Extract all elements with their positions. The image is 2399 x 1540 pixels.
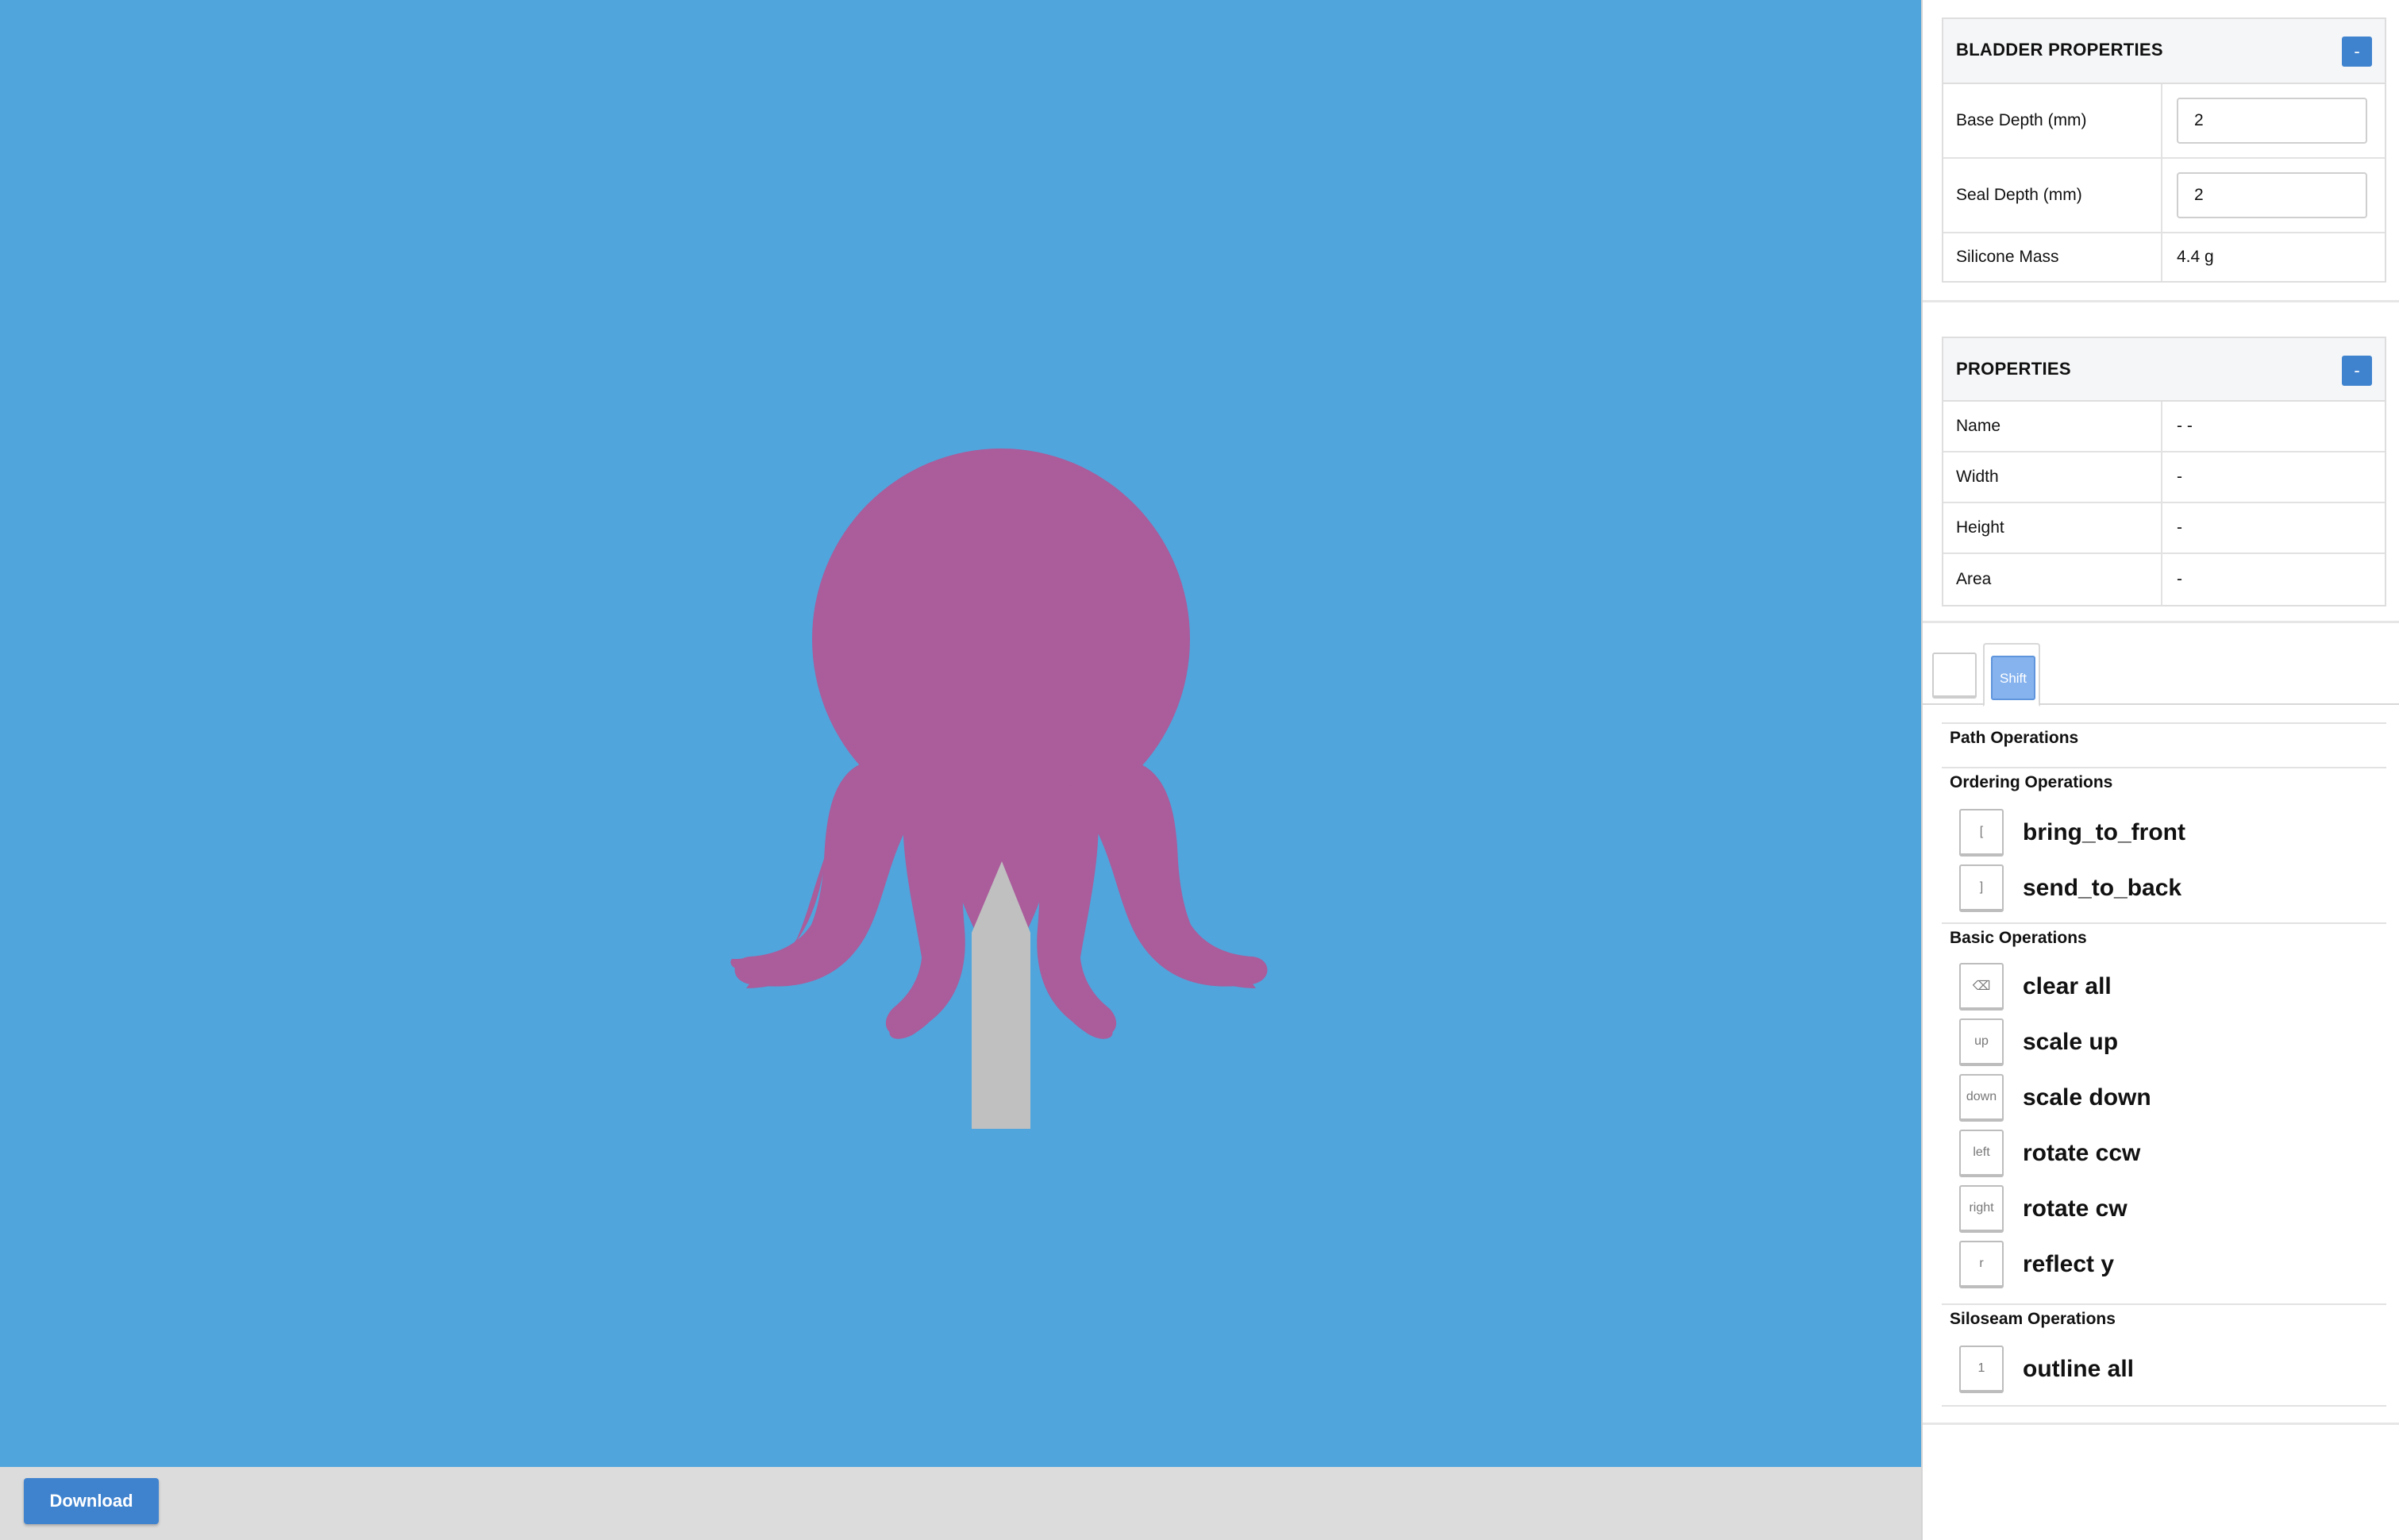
width-label: Width bbox=[1943, 452, 2162, 502]
panel-divider bbox=[1923, 621, 2399, 623]
section-divider bbox=[1942, 1303, 2386, 1305]
reflect-y-label[interactable]: reflect y bbox=[2023, 1251, 2114, 1278]
area-label: Area bbox=[1943, 554, 2162, 605]
seal-depth-label: Seal Depth (mm) bbox=[1943, 159, 2162, 232]
silicone-mass-value: 4.4 g bbox=[2177, 248, 2214, 266]
section-divider bbox=[1942, 1405, 2386, 1407]
width-value: - bbox=[2177, 468, 2182, 486]
area-row: Area - bbox=[1943, 554, 2385, 605]
scale-down-operation[interactable]: down scale down bbox=[1959, 1073, 2151, 1122]
seal-depth-cell bbox=[2162, 159, 2385, 232]
basic-operations-title: Basic Operations bbox=[1950, 929, 2087, 947]
download-button[interactable]: Download bbox=[24, 1478, 159, 1524]
rotate-ccw-operation[interactable]: left rotate ccw bbox=[1959, 1129, 2140, 1178]
right-sidebar: BLADDER PROPERTIES - Base Depth (mm) Sea… bbox=[1921, 0, 2399, 1540]
bladder-properties-panel: BLADDER PROPERTIES - Base Depth (mm) Sea… bbox=[1942, 17, 2386, 283]
rotate-cw-operation[interactable]: right rotate cw bbox=[1959, 1184, 2128, 1234]
seal-depth-row: Seal Depth (mm) bbox=[1943, 159, 2385, 233]
height-value: - bbox=[2177, 518, 2182, 537]
base-depth-input[interactable] bbox=[2177, 98, 2367, 144]
r-key[interactable]: r bbox=[1959, 1241, 2004, 1288]
name-row: Name - - bbox=[1943, 402, 2385, 452]
seal-depth-input[interactable] bbox=[2177, 172, 2367, 218]
send-to-back-operation[interactable]: ] send_to_back bbox=[1959, 864, 2181, 913]
bladder-properties-collapse-button[interactable]: - bbox=[2342, 37, 2372, 67]
tentacle-outer-left[interactable] bbox=[734, 758, 929, 987]
silicone-mass-label: Silicone Mass bbox=[1943, 233, 2162, 281]
rotate-ccw-label[interactable]: rotate ccw bbox=[2023, 1140, 2140, 1167]
section-divider bbox=[1942, 767, 2386, 768]
ordering-operations-title: Ordering Operations bbox=[1950, 773, 2113, 791]
name-value: - - bbox=[2177, 417, 2193, 435]
outline-all-label[interactable]: outline all bbox=[2023, 1356, 2134, 1383]
base-depth-row: Base Depth (mm) bbox=[1943, 84, 2385, 159]
send-to-back-key[interactable]: ] bbox=[1959, 864, 2004, 912]
path-operations-title: Path Operations bbox=[1950, 729, 2079, 747]
shift-key[interactable]: Shift bbox=[1991, 656, 2035, 700]
properties-collapse-button[interactable]: - bbox=[2342, 356, 2372, 386]
silicone-mass-row: Silicone Mass 4.4 g bbox=[1943, 233, 2385, 281]
left-key[interactable]: left bbox=[1959, 1130, 2004, 1177]
scale-up-label[interactable]: scale up bbox=[2023, 1029, 2118, 1056]
bring-to-front-label[interactable]: bring_to_front bbox=[2023, 819, 2185, 846]
height-label: Height bbox=[1943, 503, 2162, 552]
one-key[interactable]: 1 bbox=[1959, 1346, 2004, 1393]
send-to-back-label[interactable]: send_to_back bbox=[2023, 875, 2181, 902]
clear-all-operation[interactable]: ⌫ clear all bbox=[1959, 962, 2112, 1011]
modifier-tab-bar: Shift bbox=[1923, 641, 2399, 706]
clear-all-label[interactable]: clear all bbox=[2023, 973, 2112, 1000]
area-value: - bbox=[2177, 570, 2182, 588]
height-row: Height - bbox=[1943, 503, 2385, 554]
bottom-toolbar: Download bbox=[0, 1467, 1921, 1540]
siloseam-operations-title: Siloseam Operations bbox=[1950, 1310, 2116, 1328]
backspace-key[interactable]: ⌫ bbox=[1959, 963, 2004, 1011]
rotate-cw-label[interactable]: rotate cw bbox=[2023, 1195, 2128, 1222]
canvas-svg[interactable] bbox=[0, 0, 1921, 1467]
right-key[interactable]: right bbox=[1959, 1185, 2004, 1233]
width-row: Width - bbox=[1943, 452, 2385, 503]
drawing-canvas[interactable] bbox=[0, 0, 1921, 1467]
scale-down-label[interactable]: scale down bbox=[2023, 1084, 2151, 1111]
bring-to-front-operation[interactable]: [ bring_to_front bbox=[1959, 808, 2185, 857]
section-divider bbox=[1942, 722, 2386, 724]
panel-divider bbox=[1923, 300, 2399, 302]
panel-divider bbox=[1923, 1423, 2399, 1425]
properties-title: PROPERTIES bbox=[1956, 359, 2071, 379]
tab-shift[interactable]: Shift bbox=[1983, 643, 2040, 706]
bladder-properties-title: BLADDER PROPERTIES bbox=[1956, 40, 2163, 60]
down-key[interactable]: down bbox=[1959, 1074, 2004, 1122]
base-depth-cell bbox=[2162, 84, 2385, 157]
outline-all-operation[interactable]: 1 outline all bbox=[1959, 1345, 2134, 1394]
base-depth-label: Base Depth (mm) bbox=[1943, 84, 2162, 157]
tab-no-modifier[interactable] bbox=[1932, 653, 1977, 699]
properties-header: PROPERTIES - bbox=[1943, 338, 2385, 402]
up-key[interactable]: up bbox=[1959, 1018, 2004, 1066]
bladder-properties-header: BLADDER PROPERTIES - bbox=[1943, 19, 2385, 84]
bring-to-front-key[interactable]: [ bbox=[1959, 809, 2004, 857]
section-divider bbox=[1942, 922, 2386, 924]
tentacle-outer-right[interactable] bbox=[1073, 758, 1268, 987]
properties-panel: PROPERTIES - Name - - Width - Height - A… bbox=[1942, 337, 2386, 606]
name-label: Name bbox=[1943, 402, 2162, 451]
reflect-y-operation[interactable]: r reflect y bbox=[1959, 1240, 2114, 1289]
scale-up-operation[interactable]: up scale up bbox=[1959, 1018, 2118, 1067]
